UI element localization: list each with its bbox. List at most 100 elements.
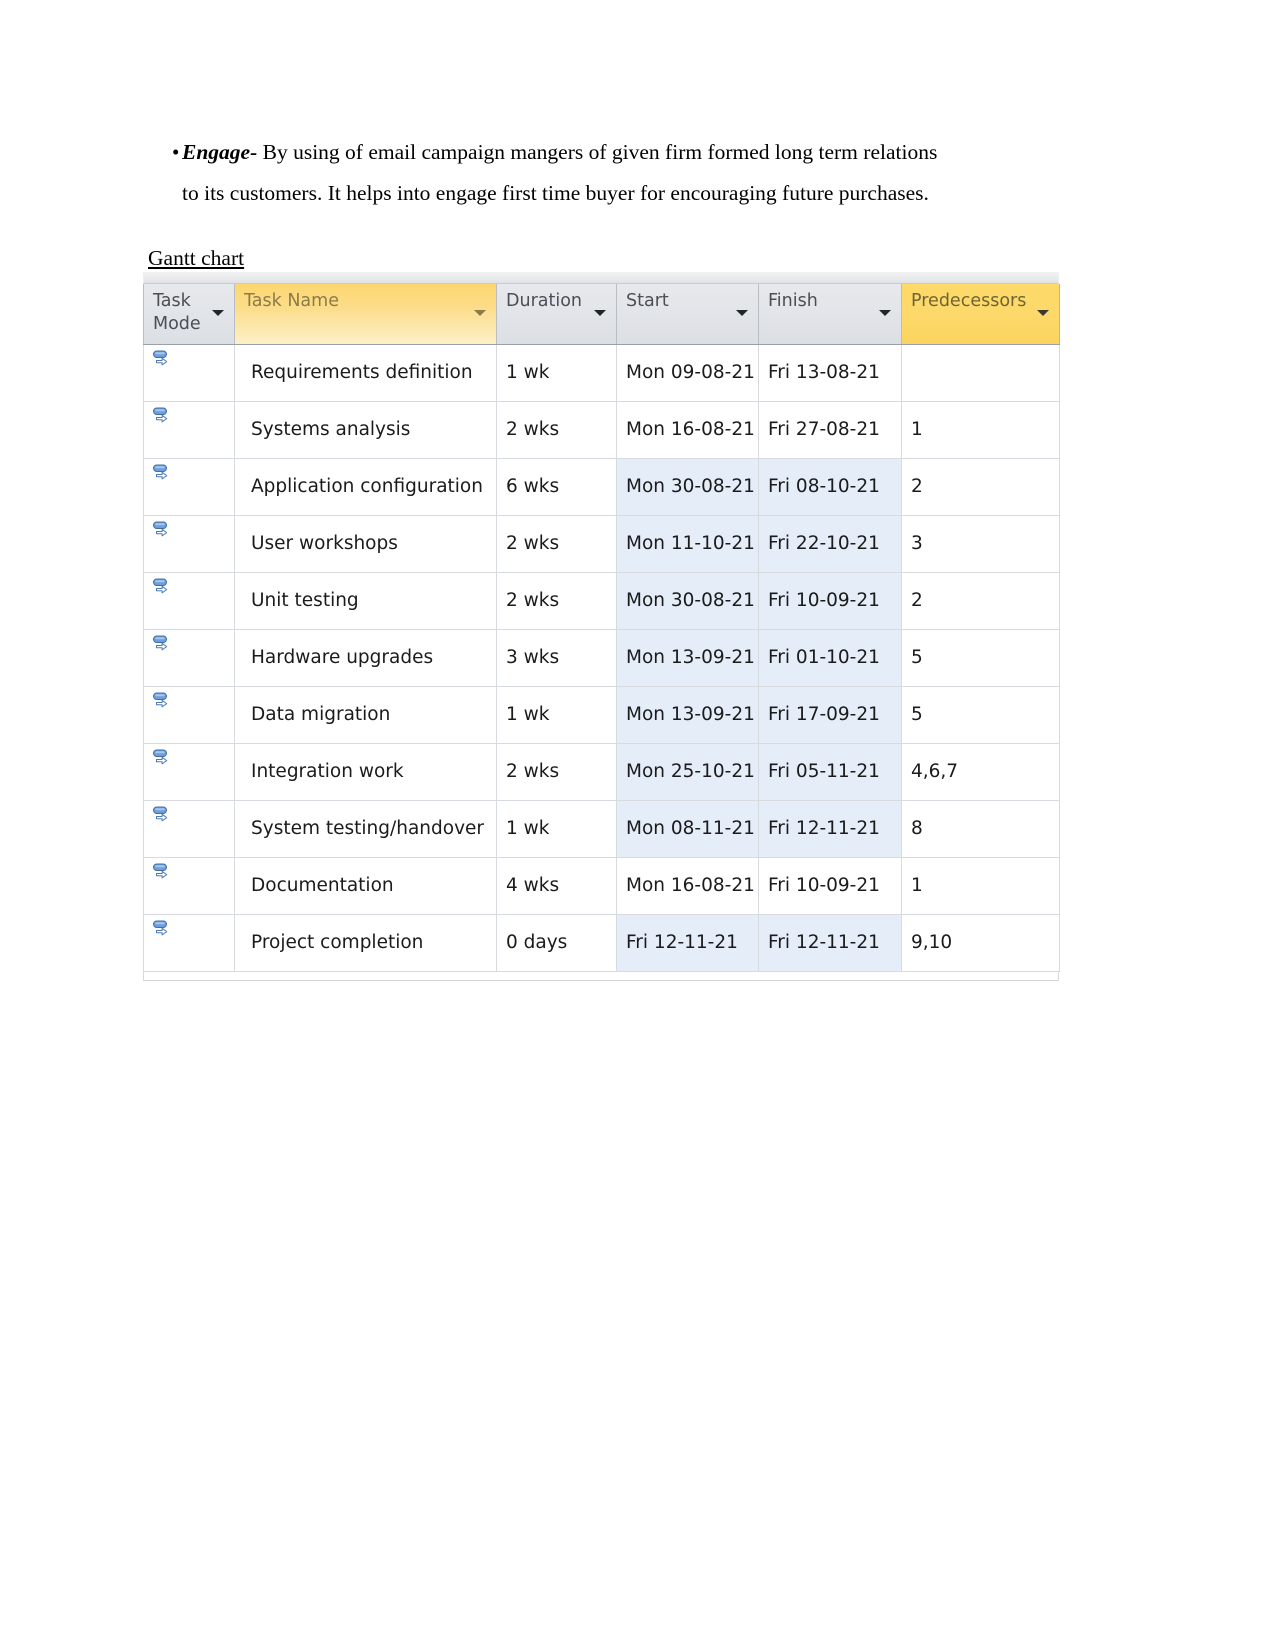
cell-finish[interactable]: Fri 01-10-21 xyxy=(758,629,902,687)
table-row[interactable]: Hardware upgrades 3 wks Mon 13-09-21 Fri 01… xyxy=(143,629,1060,687)
manually-scheduled-pin-icon[interactable] xyxy=(152,349,174,373)
cell-task-name[interactable]: Systems analysis xyxy=(234,401,497,459)
cell-duration[interactable]: 1 wk xyxy=(496,344,617,402)
cell-task-name[interactable]: Requirements definition xyxy=(234,344,497,402)
cell-task-mode[interactable] xyxy=(143,458,235,516)
cell-duration[interactable]: 2 wks xyxy=(496,401,617,459)
cell-predecessors[interactable]: 2 xyxy=(901,458,1060,516)
cell-duration[interactable]: 0 days xyxy=(496,914,617,972)
chevron-down-icon[interactable] xyxy=(736,310,748,316)
cell-finish[interactable]: Fri 22-10-21 xyxy=(758,515,902,573)
cell-predecessors[interactable]: 1 xyxy=(901,401,1060,459)
cell-task-mode[interactable] xyxy=(143,914,235,972)
cell-task-mode[interactable] xyxy=(143,857,235,915)
cell-task-mode[interactable] xyxy=(143,800,235,858)
cell-start[interactable]: Mon 16-08-21 xyxy=(616,857,759,915)
cell-start[interactable]: Mon 09-08-21 xyxy=(616,344,759,402)
cell-start[interactable]: Mon 25-10-21 xyxy=(616,743,759,801)
manually-scheduled-pin-icon[interactable] xyxy=(152,634,174,658)
cell-task-name[interactable]: Application configuration xyxy=(234,458,497,516)
table-row[interactable]: Systems analysis 2 wks Mon 16-08-21 Fri 27-… xyxy=(143,401,1060,459)
cell-task-mode[interactable] xyxy=(143,686,235,744)
cell-task-name[interactable]: Data migration xyxy=(234,686,497,744)
cell-finish[interactable]: Fri 13-08-21 xyxy=(758,344,902,402)
cell-finish[interactable]: Fri 12-11-21 xyxy=(758,800,902,858)
table-row[interactable]: Unit testing 2 wks Mon 30-08-21 Fri 10-09-2… xyxy=(143,572,1060,630)
cell-start[interactable]: Mon 30-08-21 xyxy=(616,458,759,516)
cell-start[interactable]: Mon 13-09-21 xyxy=(616,629,759,687)
table-row[interactable]: System testing/handover 1 wk Mon 08-11-21 F… xyxy=(143,800,1060,858)
chevron-down-icon[interactable] xyxy=(594,310,606,316)
cell-task-mode[interactable] xyxy=(143,629,235,687)
manually-scheduled-pin-icon[interactable] xyxy=(152,805,174,829)
cell-duration[interactable]: 2 wks xyxy=(496,572,617,630)
cell-finish[interactable]: Fri 17-09-21 xyxy=(758,686,902,744)
cell-finish[interactable]: Fri 10-09-21 xyxy=(758,572,902,630)
cell-task-mode[interactable] xyxy=(143,344,235,402)
manually-scheduled-pin-icon[interactable] xyxy=(152,862,174,886)
chevron-down-icon[interactable] xyxy=(212,310,224,316)
column-header-finish[interactable]: Finish xyxy=(758,284,902,345)
table-row[interactable]: Application configuration 6 wks Mon 30-08-… xyxy=(143,458,1060,516)
cell-task-name[interactable]: System testing/handover xyxy=(234,800,497,858)
column-header-predecessors[interactable]: Predecessors xyxy=(901,284,1060,345)
cell-predecessors[interactable]: 1 xyxy=(901,857,1060,915)
cell-start[interactable]: Mon 30-08-21 xyxy=(616,572,759,630)
cell-predecessors[interactable]: 2 xyxy=(901,572,1060,630)
table-row[interactable]: Project completion 0 days Fri 12-11-21 Fri … xyxy=(143,914,1060,972)
cell-start[interactable]: Mon 08-11-21 xyxy=(616,800,759,858)
table-row[interactable]: Integration work 2 wks Mon 25-10-21 Fri 05-… xyxy=(143,743,1060,801)
cell-task-name[interactable]: Integration work xyxy=(234,743,497,801)
cell-predecessors[interactable]: 5 xyxy=(901,686,1060,744)
table-row[interactable]: User workshops 2 wks Mon 11-10-21 Fri 22-10… xyxy=(143,515,1060,573)
cell-task-name[interactable]: Project completion xyxy=(234,914,497,972)
manually-scheduled-pin-icon[interactable] xyxy=(152,919,174,943)
cell-duration[interactable]: 4 wks xyxy=(496,857,617,915)
cell-task-mode[interactable] xyxy=(143,515,235,573)
chevron-down-icon[interactable] xyxy=(474,310,486,316)
cell-start[interactable]: Mon 13-09-21 xyxy=(616,686,759,744)
cell-task-mode[interactable] xyxy=(143,572,235,630)
cell-start[interactable]: Fri 12-11-21 xyxy=(616,914,759,972)
cell-task-mode[interactable] xyxy=(143,401,235,459)
cell-task-name[interactable]: Unit testing xyxy=(234,572,497,630)
cell-duration[interactable]: 6 wks xyxy=(496,458,617,516)
cell-predecessors[interactable]: 3 xyxy=(901,515,1060,573)
cell-predecessors[interactable] xyxy=(901,344,1060,402)
table-row[interactable]: Data migration 1 wk Mon 13-09-21 Fri 17-09-… xyxy=(143,686,1060,744)
cell-start[interactable]: Mon 11-10-21 xyxy=(616,515,759,573)
cell-duration[interactable]: 1 wk xyxy=(496,686,617,744)
cell-task-name[interactable]: User workshops xyxy=(234,515,497,573)
manually-scheduled-pin-icon[interactable] xyxy=(152,577,174,601)
cell-predecessors[interactable]: 8 xyxy=(901,800,1060,858)
manually-scheduled-pin-icon[interactable] xyxy=(152,748,174,772)
column-header-task-name[interactable]: Task Name xyxy=(234,284,497,345)
column-header-task-mode[interactable]: Task Mode xyxy=(143,284,235,345)
cell-task-mode[interactable] xyxy=(143,743,235,801)
cell-duration[interactable]: 1 wk xyxy=(496,800,617,858)
manually-scheduled-pin-icon[interactable] xyxy=(152,406,174,430)
table-row[interactable]: Requirements definition 1 wk Mon 09-08-21 F… xyxy=(143,344,1060,402)
cell-predecessors[interactable]: 5 xyxy=(901,629,1060,687)
cell-predecessors[interactable]: 9,10 xyxy=(901,914,1060,972)
cell-duration[interactable]: 2 wks xyxy=(496,743,617,801)
column-header-duration[interactable]: Duration xyxy=(496,284,617,345)
cell-finish[interactable]: Fri 12-11-21 xyxy=(758,914,902,972)
cell-duration[interactable]: 2 wks xyxy=(496,515,617,573)
cell-task-name[interactable]: Hardware upgrades xyxy=(234,629,497,687)
manually-scheduled-pin-icon[interactable] xyxy=(152,520,174,544)
table-row[interactable]: Documentation 4 wks Mon 16-08-21 Fri 10-09-… xyxy=(143,857,1060,915)
manually-scheduled-pin-icon[interactable] xyxy=(152,691,174,715)
chevron-down-icon[interactable] xyxy=(1037,310,1049,316)
manually-scheduled-pin-icon[interactable] xyxy=(152,463,174,487)
chevron-down-icon[interactable] xyxy=(879,310,891,316)
cell-finish[interactable]: Fri 05-11-21 xyxy=(758,743,902,801)
cell-finish[interactable]: Fri 27-08-21 xyxy=(758,401,902,459)
cell-duration[interactable]: 3 wks xyxy=(496,629,617,687)
column-header-start[interactable]: Start xyxy=(616,284,759,345)
cell-finish[interactable]: Fri 08-10-21 xyxy=(758,458,902,516)
cell-predecessors[interactable]: 4,6,7 xyxy=(901,743,1060,801)
cell-finish[interactable]: Fri 10-09-21 xyxy=(758,857,902,915)
cell-task-name[interactable]: Documentation xyxy=(234,857,497,915)
cell-start[interactable]: Mon 16-08-21 xyxy=(616,401,759,459)
